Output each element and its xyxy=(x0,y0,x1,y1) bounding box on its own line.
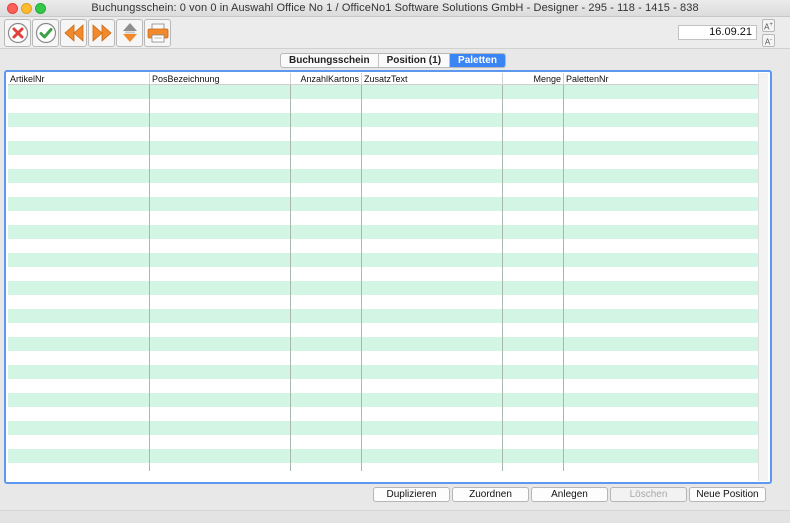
table-row[interactable] xyxy=(8,463,760,477)
confirm-button[interactable] xyxy=(32,19,59,47)
tab-bar: Buchungsschein Position (1) Paletten xyxy=(280,53,506,68)
grid-header: ArtikelNr PosBezeichnung AnzahlKartons Z… xyxy=(8,73,760,85)
table-row[interactable] xyxy=(8,99,760,113)
column-divider xyxy=(502,85,503,471)
tab-buchungsschein[interactable]: Buchungsschein xyxy=(281,54,379,67)
new-position-button[interactable]: Neue Position xyxy=(689,487,766,502)
create-button[interactable]: Anlegen xyxy=(531,487,608,502)
table-row[interactable] xyxy=(8,407,760,421)
table-row[interactable] xyxy=(8,141,760,155)
table-row[interactable] xyxy=(8,379,760,393)
table-row[interactable] xyxy=(8,351,760,365)
column-divider xyxy=(563,85,564,471)
cancel-icon xyxy=(7,22,28,44)
column-header-artikelnr[interactable]: ArtikelNr xyxy=(8,73,148,85)
table-row[interactable] xyxy=(8,113,760,127)
table-row[interactable] xyxy=(8,85,760,99)
print-icon xyxy=(147,23,168,43)
assign-button[interactable]: Zuordnen xyxy=(452,487,529,502)
column-divider xyxy=(361,85,362,471)
table-row[interactable] xyxy=(8,211,760,225)
window-title: Buchungsschein: 0 von 0 in Auswahl Offic… xyxy=(91,2,699,14)
table-row[interactable] xyxy=(8,239,760,253)
table-row[interactable] xyxy=(8,197,760,211)
font-smaller-button[interactable]: A- xyxy=(762,34,775,47)
next-button[interactable] xyxy=(88,19,115,47)
column-header-anzahlkartons[interactable]: AnzahlKartons xyxy=(291,73,361,85)
column-header-palettennr[interactable]: PalettenNr xyxy=(564,73,754,85)
table-row[interactable] xyxy=(8,421,760,435)
column-header-menge[interactable]: Menge xyxy=(503,73,563,85)
delete-button: Löschen xyxy=(610,487,687,502)
table-row[interactable] xyxy=(8,435,760,449)
table-row[interactable] xyxy=(8,225,760,239)
previous-arrow-icon xyxy=(63,24,83,42)
table-row[interactable] xyxy=(8,295,760,309)
table-row[interactable] xyxy=(8,449,760,463)
grid-body xyxy=(8,85,760,481)
table-row[interactable] xyxy=(8,127,760,141)
print-button[interactable] xyxy=(144,19,171,47)
table-row[interactable] xyxy=(8,253,760,267)
table-row[interactable] xyxy=(8,337,760,351)
title-bar: Buchungsschein: 0 von 0 in Auswahl Offic… xyxy=(0,0,790,17)
table-row[interactable] xyxy=(8,309,760,323)
table-row[interactable] xyxy=(8,365,760,379)
sort-button[interactable] xyxy=(116,19,143,47)
cancel-button[interactable] xyxy=(4,19,31,47)
sort-updown-icon xyxy=(122,23,137,42)
paletten-grid[interactable]: ArtikelNr PosBezeichnung AnzahlKartons Z… xyxy=(8,73,760,481)
table-row[interactable] xyxy=(8,323,760,337)
column-header-posbezeichnung[interactable]: PosBezeichnung xyxy=(150,73,290,85)
font-larger-button[interactable]: A+ xyxy=(762,19,775,32)
toolbar: 16.09.21 A+ A- xyxy=(0,17,790,49)
column-divider xyxy=(149,85,150,471)
table-row[interactable] xyxy=(8,393,760,407)
tab-paletten[interactable]: Paletten xyxy=(450,54,505,67)
duplicate-button[interactable]: Duplizieren xyxy=(373,487,450,502)
table-row[interactable] xyxy=(8,183,760,197)
column-header-zusatztext[interactable]: ZusatzText xyxy=(362,73,502,85)
next-arrow-icon xyxy=(92,24,112,42)
table-row[interactable] xyxy=(8,281,760,295)
confirm-check-icon xyxy=(35,22,56,44)
window-footer xyxy=(0,510,790,523)
tab-position[interactable]: Position (1) xyxy=(379,54,451,67)
date-field[interactable]: 16.09.21 xyxy=(678,25,757,40)
table-row[interactable] xyxy=(8,155,760,169)
column-divider xyxy=(290,85,291,471)
previous-button[interactable] xyxy=(60,19,87,47)
paletten-panel: ArtikelNr PosBezeichnung AnzahlKartons Z… xyxy=(4,70,772,484)
vertical-scrollbar[interactable] xyxy=(758,73,768,481)
table-row[interactable] xyxy=(8,169,760,183)
table-row[interactable] xyxy=(8,267,760,281)
